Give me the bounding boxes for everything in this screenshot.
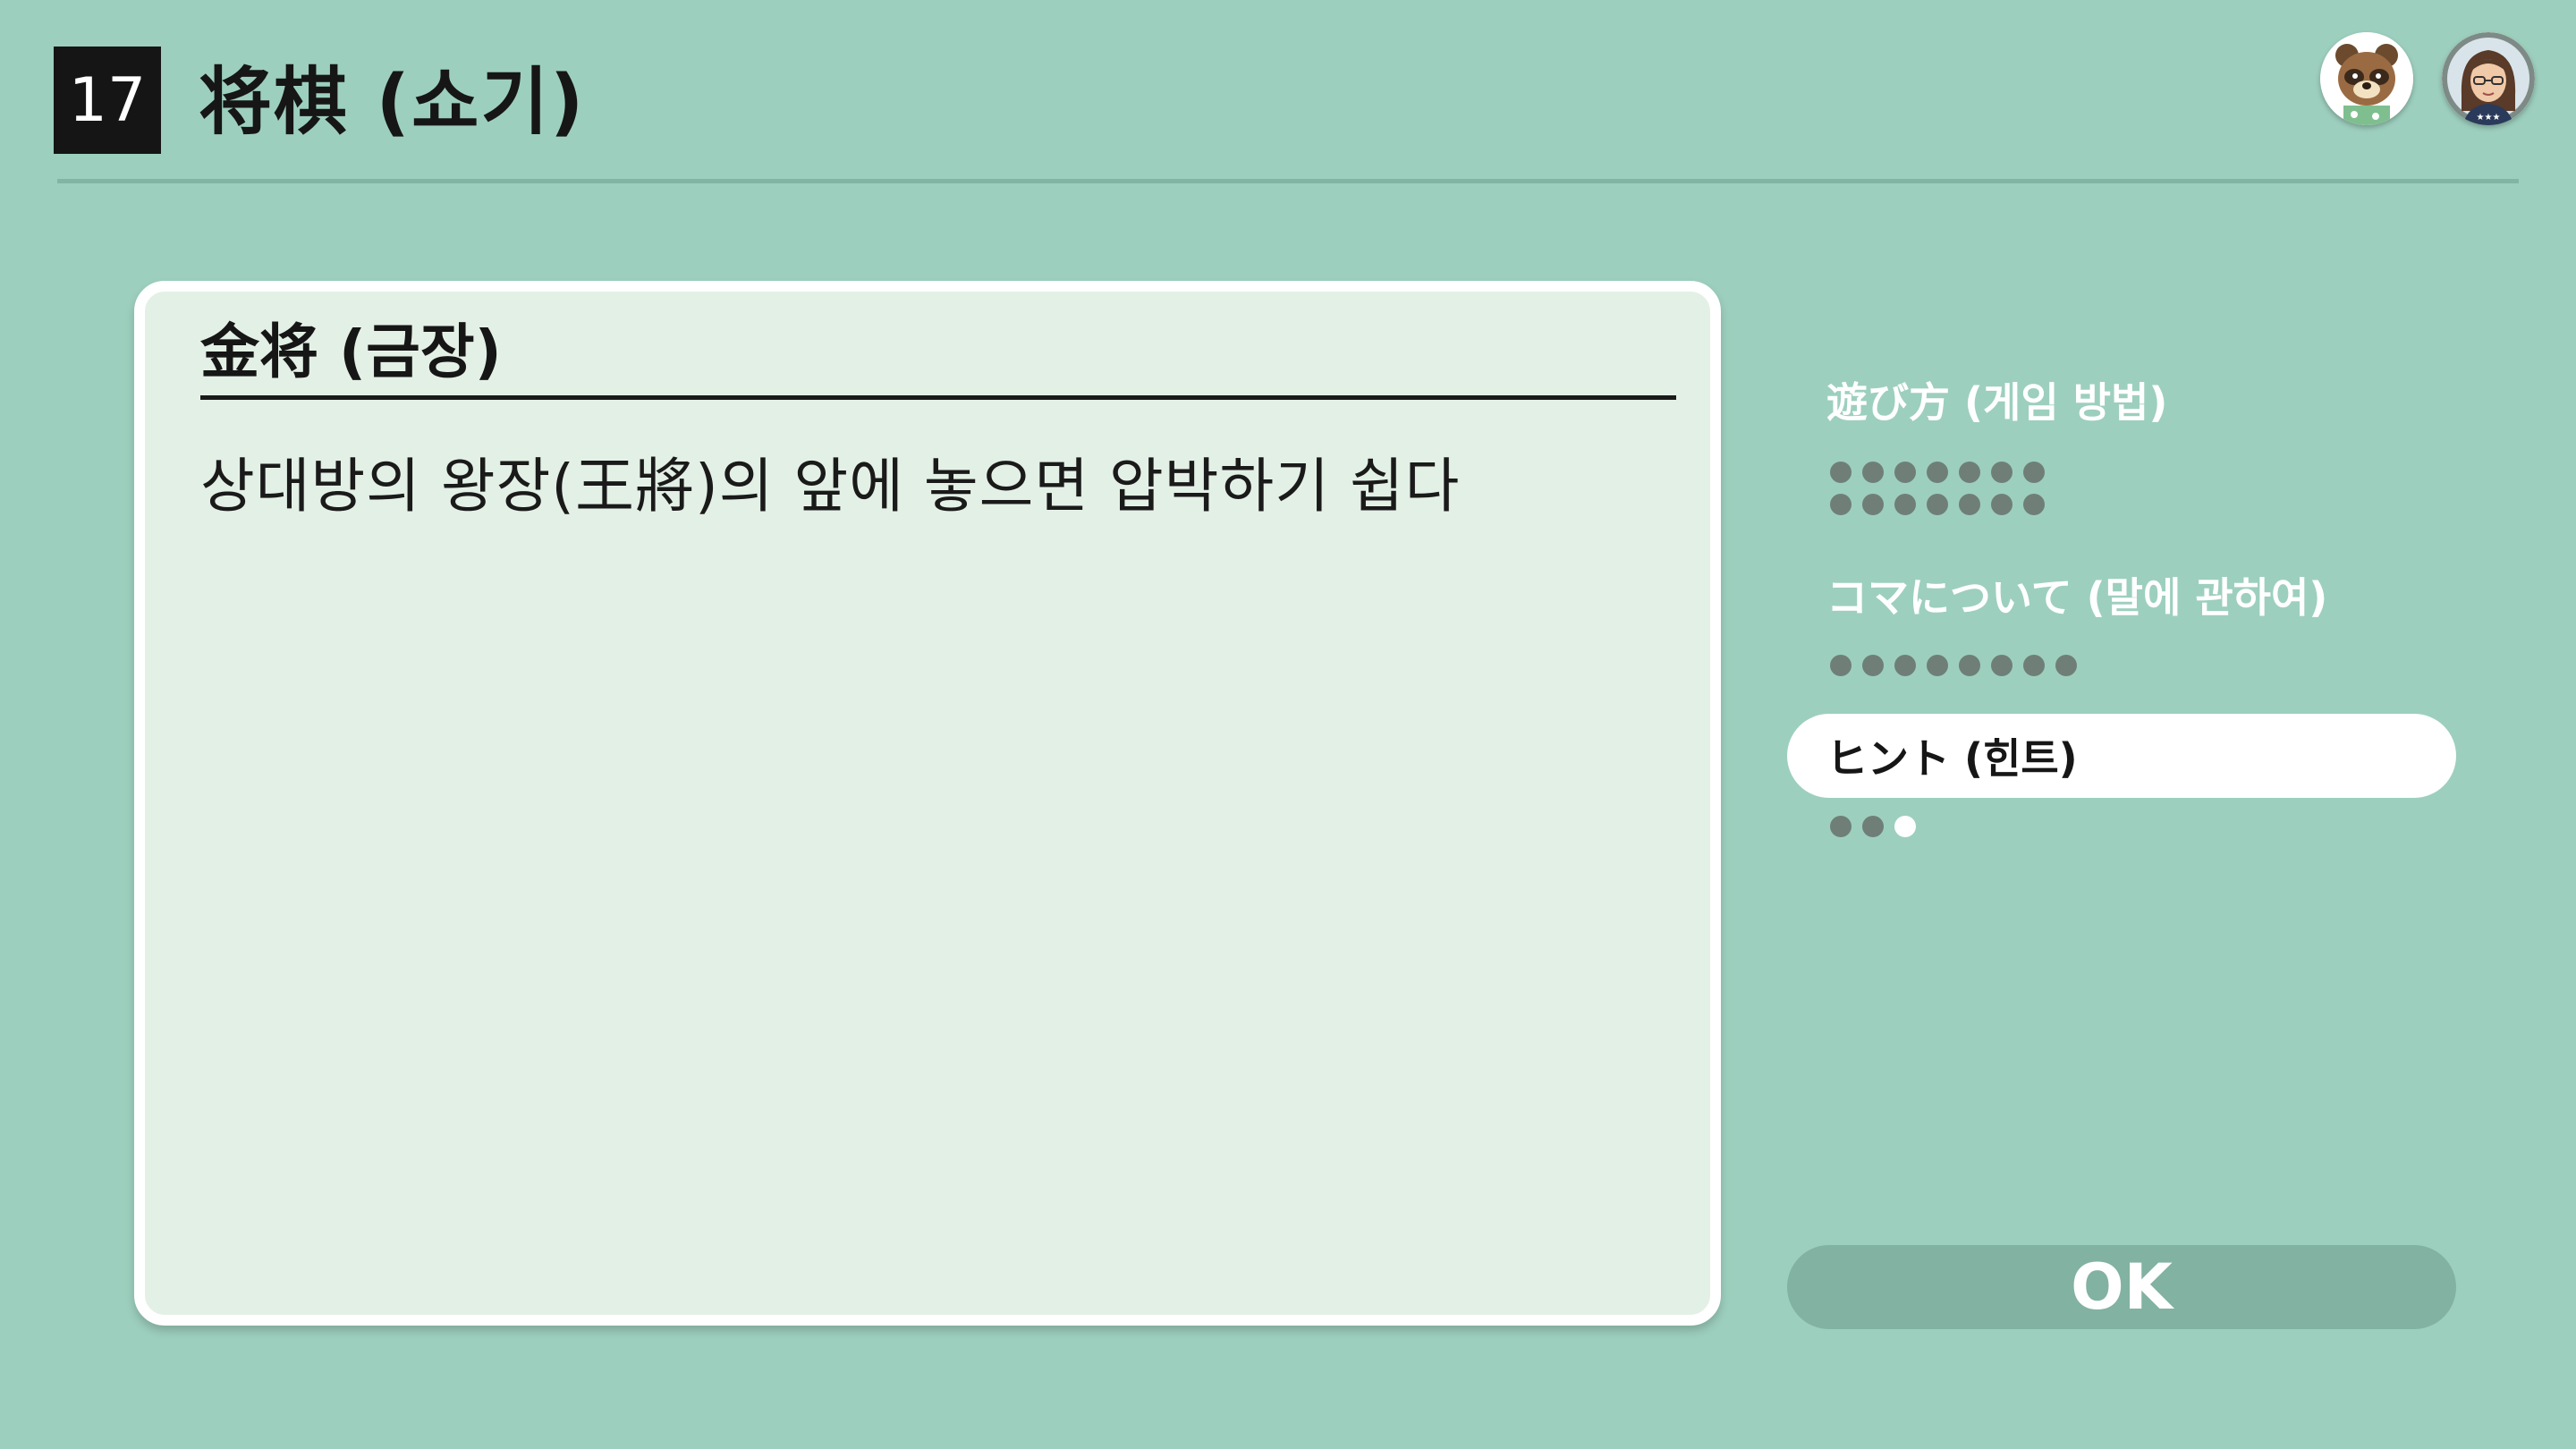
page-dot bbox=[1862, 462, 1884, 483]
page-dot bbox=[1959, 494, 1980, 515]
menu-item-label: 遊び方 (게임 방법) bbox=[1826, 378, 2168, 427]
page-dot bbox=[1894, 462, 1916, 483]
menu-item-how-to-play[interactable]: 遊び方 (게임 방법) bbox=[1787, 358, 2456, 442]
page-dot bbox=[1830, 816, 1852, 837]
page-indicator-how-to-play bbox=[1830, 462, 2045, 515]
game-number-badge: 17 bbox=[54, 47, 161, 154]
page-dot bbox=[1830, 655, 1852, 676]
page-dot bbox=[1959, 462, 1980, 483]
page-dot bbox=[2023, 655, 2045, 676]
page-dot bbox=[1894, 494, 1916, 515]
page-dot bbox=[1991, 462, 2012, 483]
header-divider bbox=[57, 179, 2519, 183]
page-dot bbox=[1927, 494, 1948, 515]
page-dot bbox=[1927, 655, 1948, 676]
tanuki-face-icon bbox=[2320, 32, 2413, 125]
user-mii-avatar-icon[interactable]: ★★★ bbox=[2442, 32, 2535, 125]
page-dot bbox=[1959, 655, 1980, 676]
page-dot bbox=[1862, 494, 1884, 515]
page-indicator-hint bbox=[1830, 816, 1916, 837]
mii-face-icon: ★★★ bbox=[2442, 32, 2535, 125]
menu-item-hint[interactable]: ヒント (힌트) bbox=[1787, 714, 2456, 798]
ok-button[interactable]: OK bbox=[1787, 1245, 2456, 1329]
panel-heading-divider bbox=[200, 395, 1676, 400]
svg-text:★★★: ★★★ bbox=[2477, 113, 2501, 123]
page-dot bbox=[1894, 655, 1916, 676]
menu-item-label: コマについて (말에 관하여) bbox=[1826, 573, 2328, 622]
page-title: 将棋 (쇼기) bbox=[199, 60, 586, 145]
menu-item-about-pieces[interactable]: コマについて (말에 관하여) bbox=[1787, 553, 2456, 637]
tanuki-character-avatar-icon[interactable] bbox=[2320, 32, 2413, 125]
page-dot bbox=[1927, 462, 1948, 483]
page-dot bbox=[2023, 494, 2045, 515]
menu-item-label: ヒント (힌트) bbox=[1826, 734, 2078, 783]
page-dot bbox=[1991, 655, 2012, 676]
panel-heading: 金将 (금장) bbox=[200, 318, 502, 386]
content-panel: 金将 (금장) 상대방의 왕장(王將)의 앞에 놓으면 압박하기 쉽다 bbox=[134, 281, 1721, 1326]
page-indicator-about-pieces bbox=[1830, 655, 2077, 676]
game-guide-screen: 17 将棋 (쇼기) ★★★ 金将 (금장) 상대방의 왕장(王將)의 앞에 놓… bbox=[0, 0, 2576, 1449]
panel-body-text: 상대방의 왕장(王將)의 앞에 놓으면 압박하기 쉽다 bbox=[200, 452, 1461, 521]
page-dot bbox=[1830, 494, 1852, 515]
page-dot bbox=[2055, 655, 2077, 676]
page-dot bbox=[2023, 462, 2045, 483]
page-dot bbox=[1862, 655, 1884, 676]
page-dot bbox=[1830, 462, 1852, 483]
page-dot bbox=[1991, 494, 2012, 515]
page-dot-current bbox=[1894, 816, 1916, 837]
page-dot bbox=[1862, 816, 1884, 837]
